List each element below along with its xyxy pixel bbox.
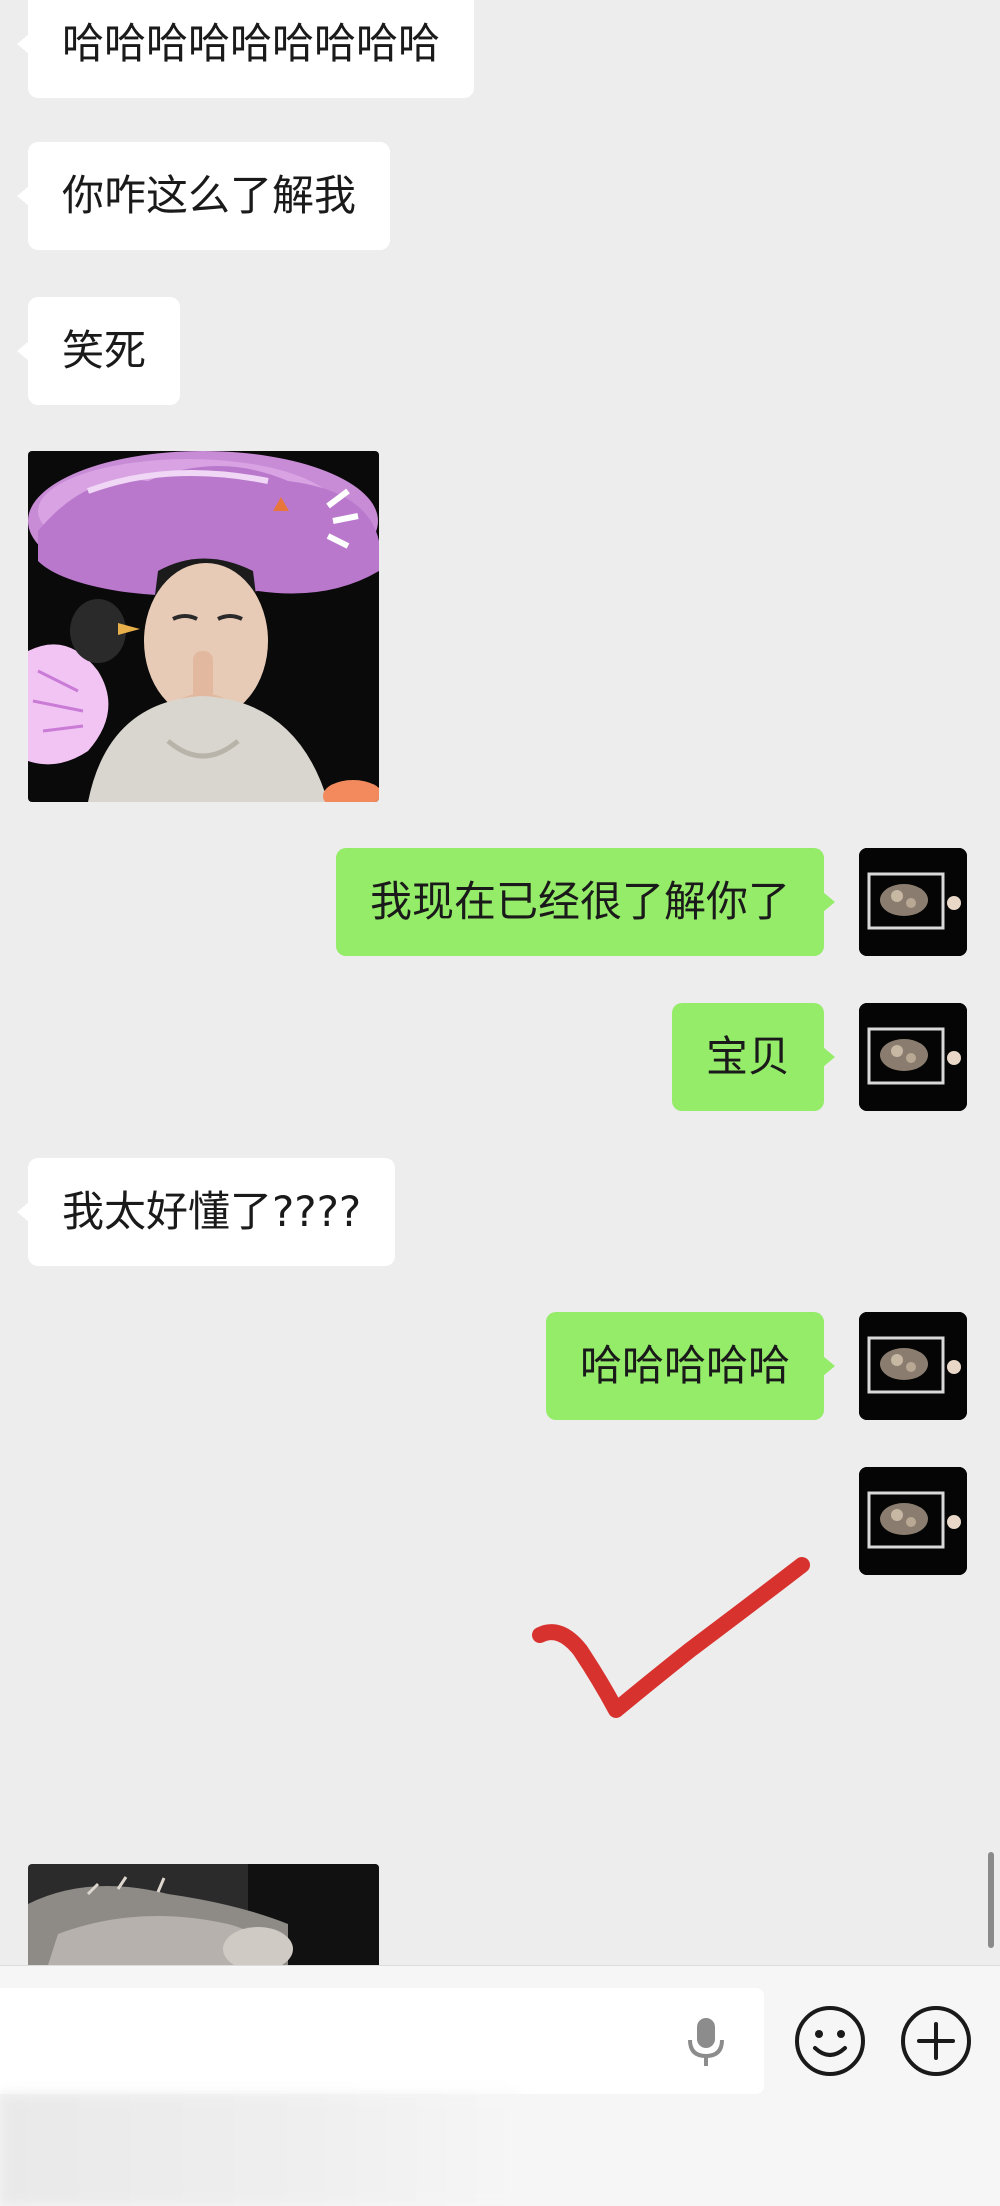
plus-icon[interactable] [899,2004,973,2078]
message-received: 笑死 [16,297,181,405]
message-sent: 哈哈哈哈哈 [545,1312,836,1420]
avatar-image [859,1003,967,1111]
message-text: 我现在已经很了解你了 [369,877,790,926]
message-received: 你咋这么了解我 [16,142,391,250]
photo-cat[interactable] [28,1864,379,1965]
chat-message-list[interactable]: 哈哈哈哈哈哈哈哈哈 你咋这么了解我 笑死 我现在已经很了解你了 宝贝 我太好懂了… [0,0,1000,1965]
checkmark-icon [532,1557,810,1718]
message-sent: 我现在已经很了解你了 [335,848,836,956]
message-bubble[interactable]: 我现在已经很了解你了 [335,848,836,956]
message-received: 哈哈哈哈哈哈哈哈哈 [16,0,475,98]
message-text: 你咋这么了解我 [62,171,357,220]
message-text: 哈哈哈哈哈 [579,1341,790,1390]
my-avatar[interactable] [859,1003,967,1111]
avatar-image [859,1312,967,1420]
message-sent: 宝贝 [671,1003,836,1111]
keyboard-area-blur [0,2094,520,2206]
message-text: 宝贝 [705,1032,790,1081]
message-bubble[interactable]: 哈哈哈哈哈哈哈哈哈 [16,0,475,98]
my-avatar[interactable] [859,848,967,956]
message-text: 笑死 [62,326,147,375]
emoji-icon[interactable] [793,2004,867,2078]
my-avatar[interactable] [859,1467,967,1575]
scrollbar[interactable] [988,1852,994,1948]
message-text: 我太好懂了???? [62,1187,362,1236]
message-bubble[interactable]: 我太好懂了???? [16,1158,396,1266]
photo-image [28,1864,379,1965]
sticker-image [28,451,379,802]
message-bubble[interactable]: 笑死 [16,297,181,405]
my-avatar[interactable] [859,1312,967,1420]
message-received: 我太好懂了???? [16,1158,396,1266]
message-bubble[interactable]: 你咋这么了解我 [16,142,391,250]
message-text: 哈哈哈哈哈哈哈哈哈 [62,19,441,68]
message-input[interactable] [0,1988,764,2094]
avatar-image [859,1467,967,1575]
sticker-red-checkmark[interactable] [520,1540,820,1740]
input-bar [0,1965,1000,2206]
microphone-icon[interactable] [683,2016,729,2068]
avatar-image [859,848,967,956]
sticker-boy-purple-hat[interactable] [28,451,379,802]
message-bubble[interactable]: 宝贝 [671,1003,836,1111]
message-bubble[interactable]: 哈哈哈哈哈 [545,1312,836,1420]
